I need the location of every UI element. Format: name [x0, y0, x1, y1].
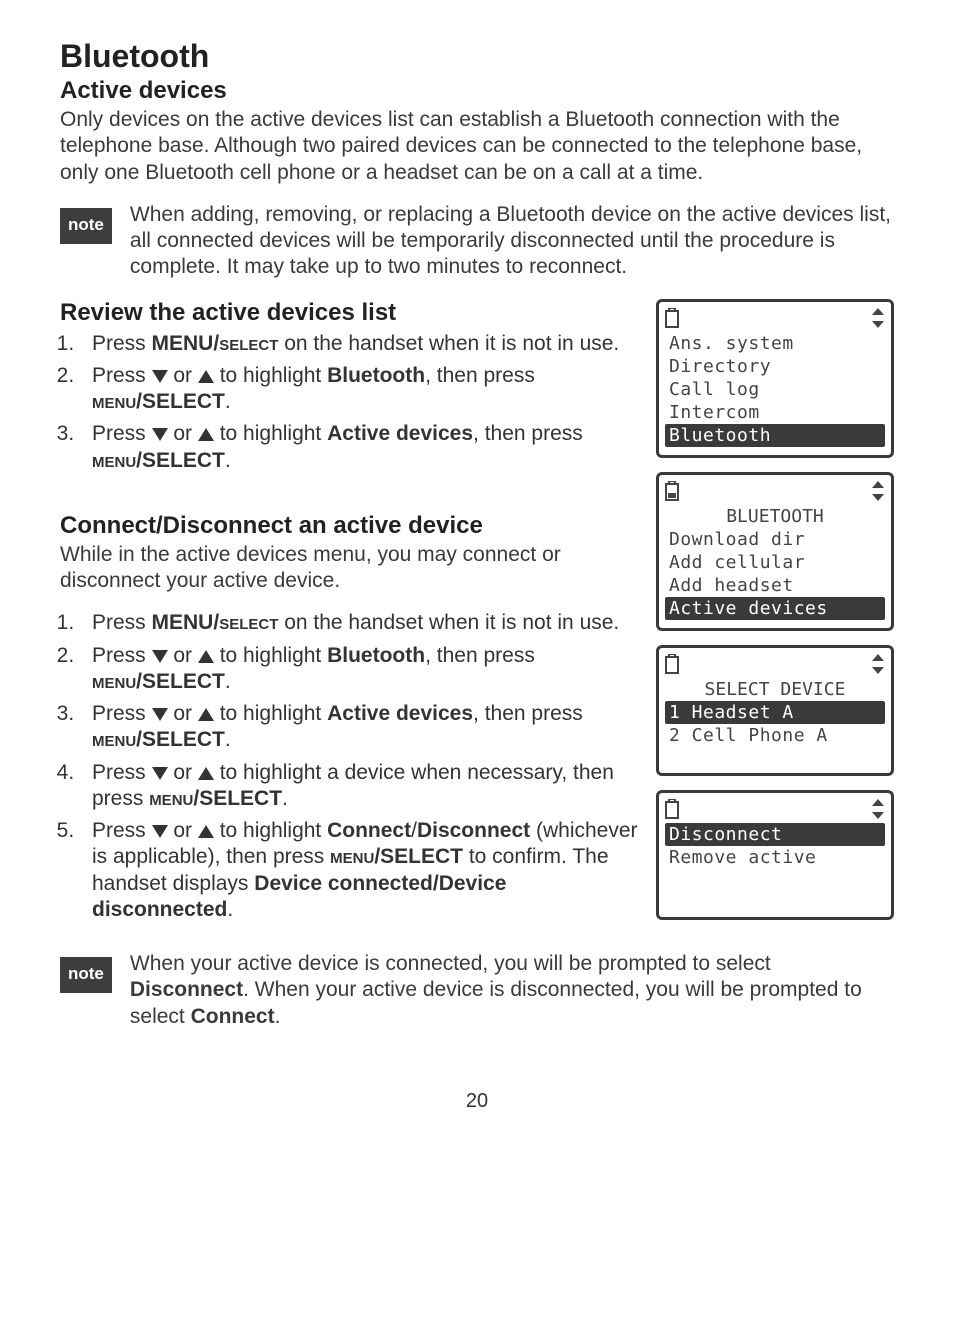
menu-item: Directory: [665, 355, 885, 378]
connect-step-4: Press or to highlight a device when nece…: [80, 760, 640, 813]
battery-icon: [665, 654, 679, 674]
note-2-text: When your active device is connected, yo…: [130, 951, 894, 1030]
review-step-3: Press or to highlight Active devices, th…: [80, 421, 640, 474]
down-arrow-icon: [152, 370, 168, 383]
phone-screen-2: BLUETOOTH Download dir Add cellular Add …: [656, 472, 894, 631]
scroll-arrows-icon: [871, 481, 885, 501]
scroll-arrows-icon: [871, 799, 885, 819]
battery-icon: [665, 481, 679, 501]
connect-step-2: Press or to highlight Bluetooth, then pr…: [80, 643, 640, 696]
phone-screen-4: Disconnect Remove active: [656, 790, 894, 920]
battery-icon: [665, 308, 679, 328]
menu-item: Add cellular: [665, 551, 885, 574]
note-2: note When your active device is connecte…: [60, 951, 894, 1030]
active-devices-paragraph: Only devices on the active devices list …: [60, 107, 894, 186]
note-badge: note: [60, 208, 112, 244]
connect-steps: Press MENU/select on the handset when it…: [60, 610, 640, 923]
review-step-1: Press MENU/select on the handset when it…: [80, 331, 640, 357]
connect-step-1: Press MENU/select on the handset when it…: [80, 610, 640, 636]
review-steps: Press MENU/select on the handset when it…: [60, 331, 640, 474]
down-arrow-icon: [152, 767, 168, 780]
up-arrow-icon: [198, 370, 214, 383]
section-active-devices-heading: Active devices: [60, 77, 894, 105]
screen-title: SELECT DEVICE: [665, 678, 885, 701]
scroll-arrows-icon: [871, 654, 885, 674]
down-arrow-icon: [152, 825, 168, 838]
menu-item: Intercom: [665, 401, 885, 424]
menu-item: Ans. system: [665, 332, 885, 355]
connect-step-3: Press or to highlight Active devices, th…: [80, 701, 640, 754]
down-arrow-icon: [152, 650, 168, 663]
menu-item: 2 Cell Phone A: [665, 724, 885, 747]
page-title: Bluetooth: [60, 38, 894, 75]
up-arrow-icon: [198, 825, 214, 838]
review-step-2: Press or to highlight Bluetooth, then pr…: [80, 363, 640, 416]
menu-item: Download dir: [665, 528, 885, 551]
connect-step-5: Press or to highlight Connect/Disconnect…: [80, 818, 640, 923]
scroll-arrows-icon: [871, 308, 885, 328]
screen-title: BLUETOOTH: [665, 505, 885, 528]
menu-item: Call log: [665, 378, 885, 401]
menu-item: Add headset: [665, 574, 885, 597]
menu-item: Remove active: [665, 846, 885, 869]
section-connect-heading: Connect/Disconnect an active device: [60, 512, 640, 540]
menu-item-selected: Active devices: [665, 597, 885, 620]
phone-screen-3: SELECT DEVICE 1 Headset A 2 Cell Phone A: [656, 645, 894, 776]
phone-screen-1: Ans. system Directory Call log Intercom …: [656, 299, 894, 458]
up-arrow-icon: [198, 428, 214, 441]
battery-icon: [665, 799, 679, 819]
page-number: 20: [60, 1090, 894, 1113]
up-arrow-icon: [198, 708, 214, 721]
connect-paragraph: While in the active devices menu, you ma…: [60, 542, 640, 595]
menu-item-selected: Bluetooth: [665, 424, 885, 447]
note-1-text: When adding, removing, or replacing a Bl…: [130, 202, 894, 281]
menu-item-selected: 1 Headset A: [665, 701, 885, 724]
down-arrow-icon: [152, 428, 168, 441]
up-arrow-icon: [198, 767, 214, 780]
down-arrow-icon: [152, 708, 168, 721]
note-1: note When adding, removing, or replacing…: [60, 202, 894, 281]
section-review-heading: Review the active devices list: [60, 299, 640, 327]
up-arrow-icon: [198, 650, 214, 663]
menu-item-selected: Disconnect: [665, 823, 885, 846]
note-badge: note: [60, 957, 112, 993]
